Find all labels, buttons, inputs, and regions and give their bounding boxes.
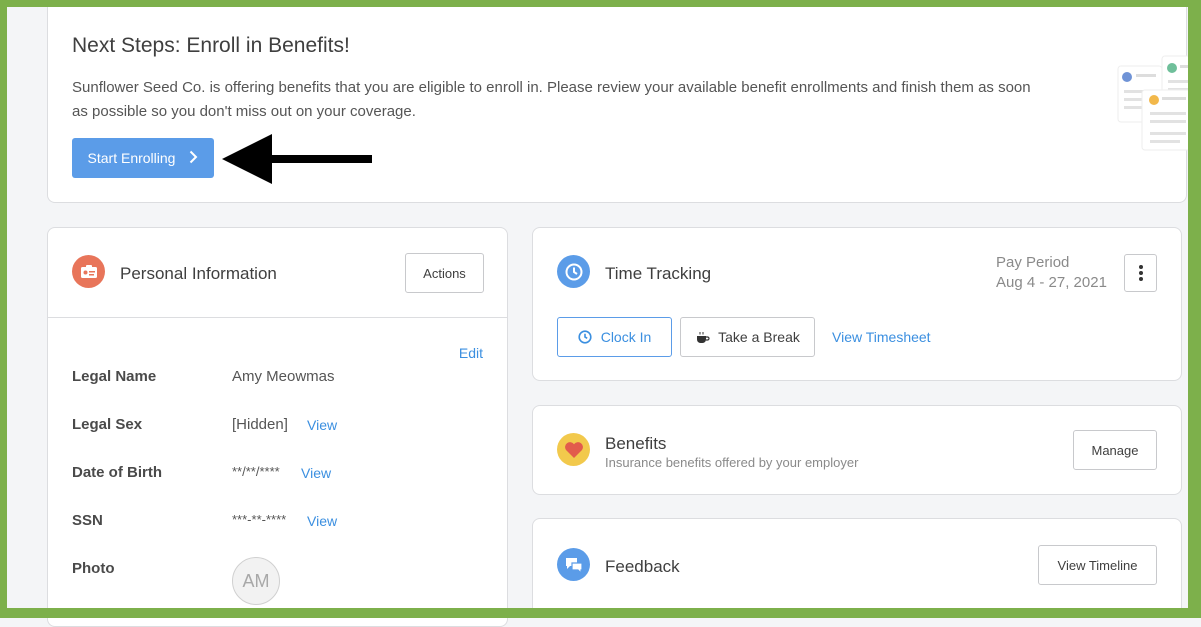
chevron-right-icon [189,149,198,167]
personal-information-card: Personal Information Actions Edit Legal … [47,227,508,627]
legal-sex-value: [Hidden] [232,416,288,433]
legal-name-value: Amy Meowmas [232,368,335,385]
banner-title: Next Steps: Enroll in Benefits! [72,34,350,57]
legal-sex-label: Legal Sex [72,416,143,433]
clock-icon [578,330,592,344]
pay-period-dates: Aug 4 - 27, 2021 [996,274,1107,291]
pay-period: Pay Period Aug 4 - 27, 2021 [996,253,1107,293]
ssn-label: SSN [72,512,103,529]
benefits-subtitle: Insurance benefits offered by your emplo… [605,455,859,470]
start-enrolling-label: Start Enrolling [87,150,176,166]
date-of-birth-label: Date of Birth [72,464,162,481]
date-of-birth-view-link[interactable]: View [301,465,331,481]
heart-icon [557,433,590,466]
manage-benefits-button[interactable]: Manage [1073,430,1157,470]
time-tracking-title: Time Tracking [605,264,712,283]
ssn-view-link[interactable]: View [307,513,337,529]
coffee-cup-icon [697,331,710,343]
pay-period-label: Pay Period [996,254,1070,271]
banner-description: Sunflower Seed Co. is offering benefits … [72,79,1031,120]
benefits-card: Benefits Insurance benefits offered by y… [532,405,1182,495]
take-a-break-button[interactable]: Take a Break [680,317,815,357]
take-a-break-label: Take a Break [718,329,800,345]
feedback-card: Feedback View Timeline [532,518,1182,618]
time-tracking-card: Time Tracking Pay Period Aug 4 - 27, 202… [532,227,1182,381]
legal-sex-view-link[interactable]: View [307,417,337,433]
clock-in-label: Clock In [600,329,652,345]
ssn-value: ***-**-**** [232,512,287,527]
clock-icon [557,255,590,288]
clock-in-button[interactable]: Clock In [557,317,672,357]
chat-bubbles-icon [557,548,590,581]
divider [48,317,507,318]
view-timesheet-link[interactable]: View Timesheet [832,329,931,345]
avatar[interactable]: AM [232,557,280,605]
id-card-icon [72,255,105,288]
enroll-benefits-banner: Next Steps: Enroll in Benefits! Sunflowe… [47,0,1201,203]
view-timeline-button[interactable]: View Timeline [1038,545,1157,585]
date-of-birth-value: **/**/**** [232,464,280,479]
actions-button[interactable]: Actions [405,253,484,293]
pointer-arrow-icon [222,134,372,184]
start-enrolling-button[interactable]: Start Enrolling [72,138,214,178]
feedback-title: Feedback [605,557,680,576]
benefit-documents-illustration [1117,55,1201,151]
photo-label: Photo [72,560,115,577]
kebab-menu-icon [1138,265,1143,281]
more-options-button[interactable] [1124,254,1157,292]
edit-link[interactable]: Edit [459,345,483,361]
benefits-title: Benefits [605,434,667,453]
legal-name-label: Legal Name [72,368,157,385]
personal-information-title: Personal Information [120,264,277,283]
